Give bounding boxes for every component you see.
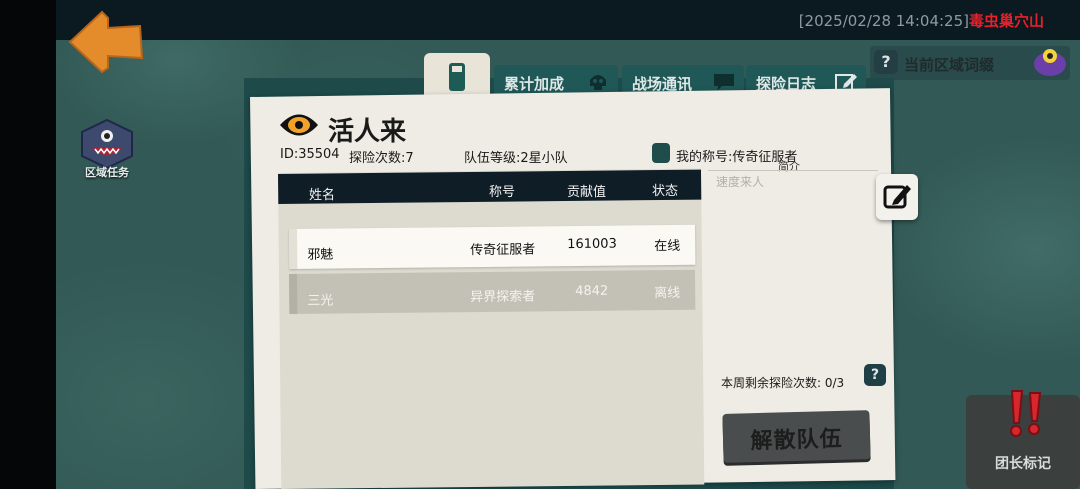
- member-status: 在线: [654, 238, 681, 255]
- region-task-label: 区域任务: [85, 166, 129, 179]
- member-contribution: 4842: [575, 283, 609, 300]
- disband-team-button[interactable]: 解散队伍: [722, 410, 871, 463]
- weekly-label: 本周剩余探险次数:: [721, 376, 822, 390]
- edit-intro-button[interactable]: [876, 174, 918, 220]
- info-icon: [449, 63, 465, 91]
- monster-icon: [81, 118, 133, 170]
- member-title: 传奇征服者: [470, 242, 536, 259]
- chat-bubble-icon: [714, 74, 734, 91]
- team-level: 队伍等级:2星小队: [464, 151, 568, 166]
- table-row[interactable]: 三光 异界探索者 4842 离线: [289, 269, 696, 314]
- table-row[interactable]: 邪魅 传奇征服者 161003 在线: [289, 224, 696, 269]
- intro-text: 速度来人: [716, 175, 765, 189]
- timestamp-value: [2025/02/28 14:04:25]: [798, 12, 969, 30]
- timestamp-text: [2025/02/28 14:04:25]毒虫巢穴山: [799, 10, 1044, 31]
- row-accent: [289, 273, 298, 314]
- member-table: [278, 168, 705, 489]
- weekly-remaining: 本周剩余探险次数: 0/3: [721, 374, 844, 391]
- title-badge-icon: [652, 143, 670, 163]
- help-icon[interactable]: ?: [874, 50, 898, 74]
- creature-icon: [1034, 49, 1066, 76]
- member-name: 邪魅: [307, 247, 334, 263]
- current-zone-label: 当前区域词缀: [904, 56, 995, 74]
- weekly-value: 0/3: [824, 376, 845, 390]
- explore-count: 探险次数:7: [349, 151, 414, 166]
- current-zone-affix-button[interactable]: ? 当前区域词缀: [870, 46, 1070, 80]
- member-name: 三光: [307, 293, 334, 309]
- screen-bezel: [0, 0, 56, 489]
- team-name: 活人来: [328, 117, 407, 147]
- member-title: 异界探索者: [470, 289, 536, 306]
- row-accent: [289, 228, 298, 269]
- status-bar: [2025/02/28 14:04:25]毒虫巢穴山: [56, 0, 1080, 40]
- header-status: 状态: [652, 184, 679, 199]
- leader-mark-label: 团长标记: [995, 456, 1051, 472]
- intro-label: 简介: [778, 160, 800, 173]
- header-name: 姓名: [309, 188, 336, 203]
- member-status: 离线: [654, 285, 681, 302]
- disband-label: 解散队伍: [750, 426, 843, 455]
- location-name: 毒虫巢穴山: [968, 12, 1044, 30]
- back-arrow-icon[interactable]: [66, 6, 146, 76]
- leader-mark-button[interactable]: 团长标记: [966, 390, 1080, 489]
- member-contribution: 161003: [567, 236, 617, 253]
- team-eye-icon: [280, 114, 318, 136]
- skull-icon: [590, 75, 606, 90]
- team-id: ID:35504: [280, 147, 340, 162]
- exclamation-icon: [1010, 390, 1042, 437]
- header-title: 称号: [489, 185, 516, 200]
- tab-label: 累计加成: [504, 75, 565, 93]
- region-task-button[interactable]: 区域任务: [76, 118, 138, 184]
- help-icon[interactable]: ?: [864, 364, 886, 386]
- header-contribution: 贡献值: [567, 185, 607, 200]
- intro-divider: [708, 170, 878, 171]
- edit-icon: [883, 185, 911, 209]
